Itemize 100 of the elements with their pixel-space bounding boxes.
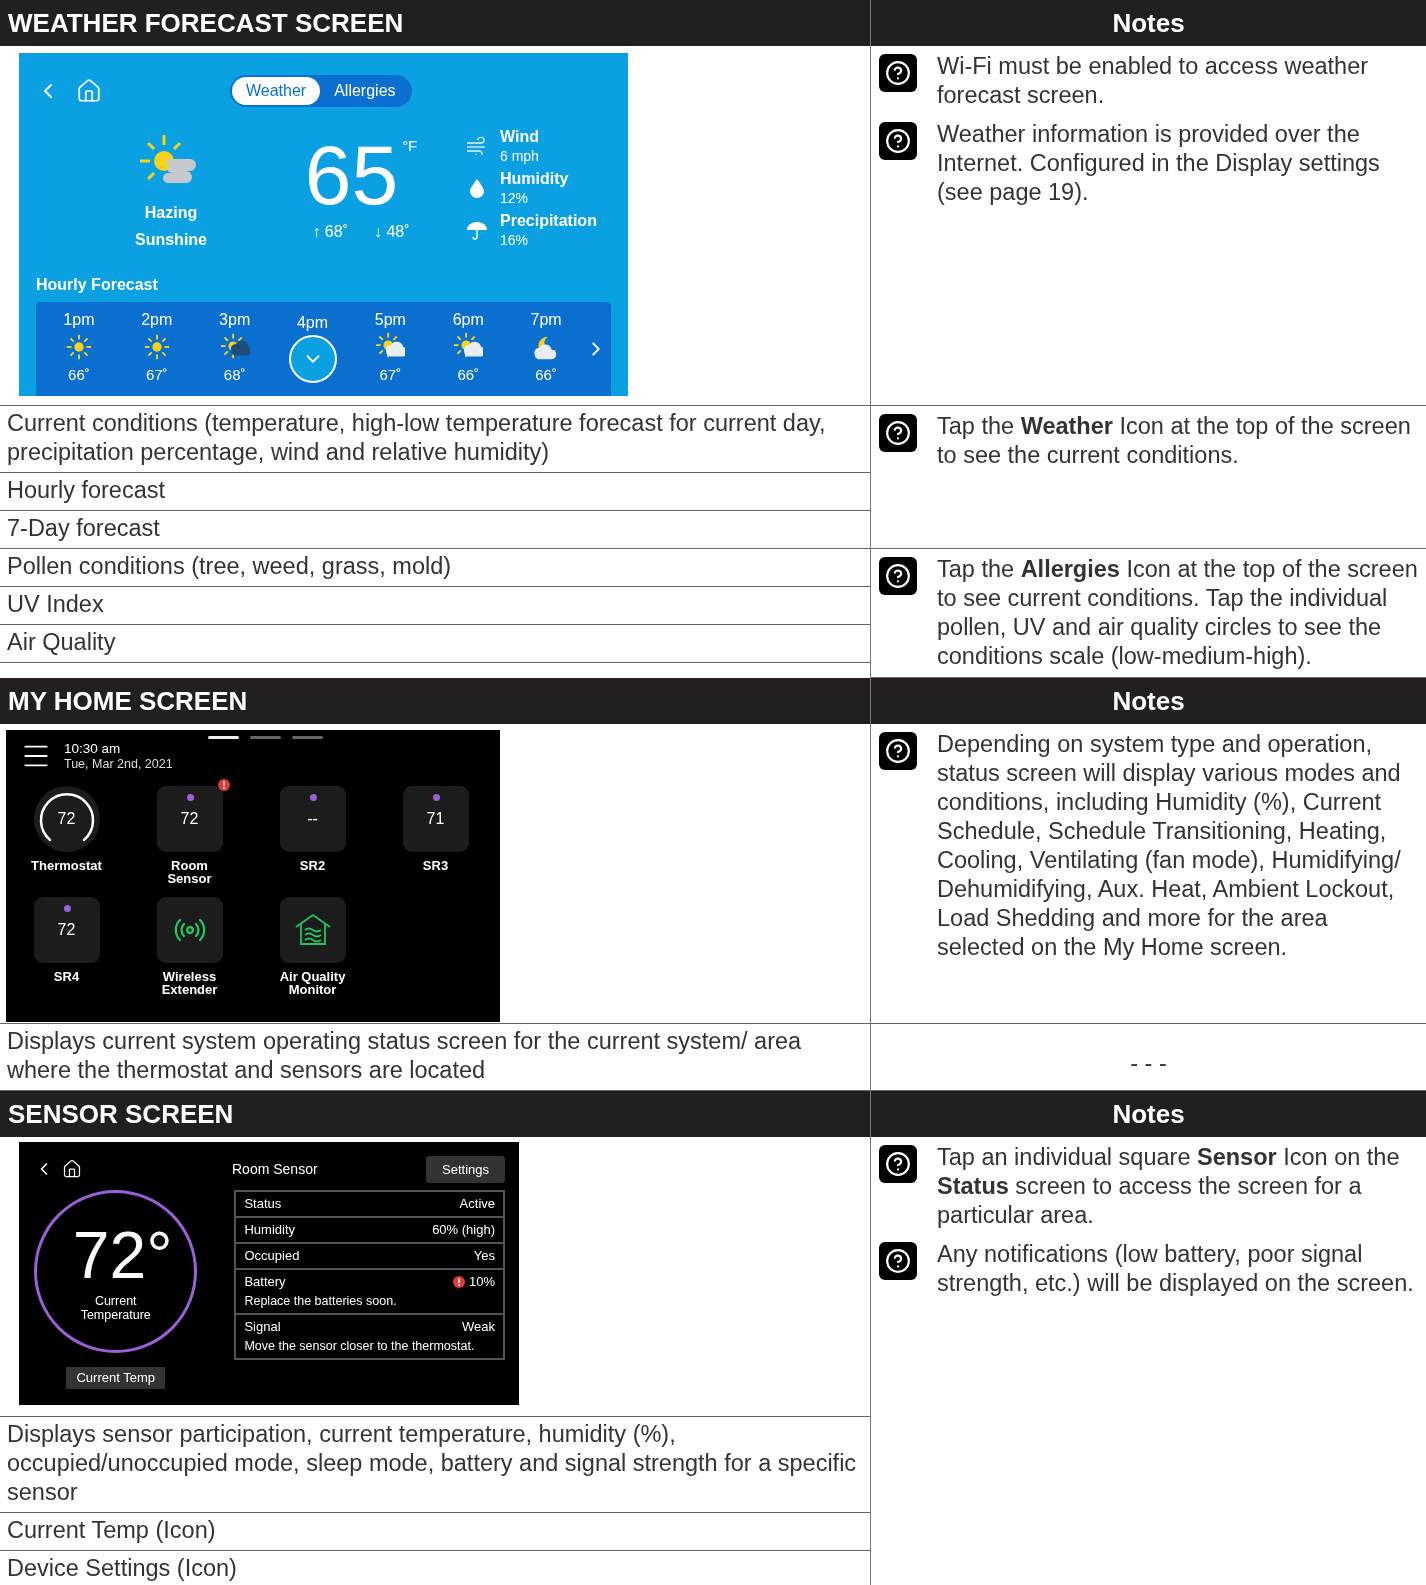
section-title: WEATHER FORECAST SCREEN: [0, 0, 871, 46]
feature-text: Current Temp (Icon): [0, 1513, 870, 1551]
note-text: Tap the Allergies Icon at the top of the screen to see current conditions. Tap the individual pollen, UV and air quality circles to see the conditions scale (low-medium-high).: [937, 555, 1418, 671]
tile-value: --: [307, 810, 318, 828]
row-label: Signal: [244, 1319, 281, 1334]
row-label: Humidity: [244, 1222, 295, 1237]
wind-icon: [466, 137, 488, 155]
time: 10:30 am: [64, 741, 122, 757]
tile[interactable]: 72: [33, 897, 100, 963]
help-icon: [879, 54, 917, 92]
tile[interactable]: 72: [156, 786, 223, 852]
hour-temperature: 67˚: [145, 365, 168, 383]
row-label: Battery: [244, 1274, 286, 1289]
tile[interactable]: [279, 897, 346, 963]
tile-label: SR4: [52, 970, 81, 983]
tab[interactable]: Weather: [232, 77, 321, 105]
tile-value: 71: [426, 810, 445, 828]
feature-text: UV Index: [0, 587, 870, 625]
row-message: Move the sensor closer to the thermostat.: [244, 1339, 476, 1353]
tile-label: SR3: [421, 859, 450, 872]
unit: °F: [402, 137, 418, 154]
page-indicator[interactable]: [208, 736, 239, 739]
help-icon: [879, 1145, 917, 1183]
tile[interactable]: 72: [33, 786, 100, 852]
row-value: Active: [459, 1196, 495, 1211]
feature-text: Current conditions (temperature, high-low temperature forecast for current day, precipitation percentage, wind and relative humidity): [0, 406, 870, 473]
stat-value: 16%: [500, 231, 530, 249]
current-temp-tab[interactable]: Current Temp: [66, 1367, 165, 1389]
tile[interactable]: [156, 897, 223, 963]
stat-label: Precipitation: [500, 211, 597, 231]
tile-value: 72: [57, 810, 76, 828]
tile[interactable]: --: [279, 786, 346, 852]
row-value: 10%: [468, 1274, 495, 1289]
hour-time: 4pm: [296, 312, 329, 333]
hourly-title: Hourly Forecast: [36, 275, 159, 294]
note-text: Wi-Fi must be enabled to access weather forecast screen.: [937, 52, 1370, 110]
note-text: Depending on system type and operation, status screen will display various modes and conditions, including Humidity (%), Current Schedule, Schedule Transitioning, Heating, Cooling, Ventilating (fan mode), Humidifying/ Dehumidifying, Aux. Heat, Ambient Lockout, Load Shedding and more for the area selected on the My Home screen.: [937, 730, 1402, 962]
notes-title: Notes: [871, 0, 1426, 46]
hour-time: 1pm: [63, 309, 95, 330]
tile-value: 72: [180, 810, 199, 828]
feature-text: Displays sensor participation, current temperature, humidity (%), occupied/unoccupied mode, sleep mode, battery and signal strength for a specific sensor: [0, 1417, 870, 1513]
stat-value: 12%: [500, 189, 530, 207]
tab[interactable]: Allergies: [320, 77, 410, 105]
screen-title: Room Sensor: [232, 1161, 318, 1177]
stat-label: Humidity: [500, 169, 569, 189]
row-value: Weak: [462, 1319, 495, 1334]
tile-value: 72: [57, 921, 76, 939]
house-waves-icon: [293, 913, 332, 947]
hour-temperature: 66˚: [457, 365, 480, 383]
feature-text: Device Settings (Icon): [0, 1551, 870, 1585]
high-temperature: ↑ 68˚: [312, 223, 348, 241]
note-text: Any notifications (low battery, poor signal strength, etc.) will be displayed on the screen.: [937, 1240, 1415, 1298]
condition-text: Hazing Sunshine: [134, 203, 208, 250]
section-title: MY HOME SCREEN: [0, 678, 871, 724]
help-icon: [879, 414, 917, 452]
hour-temperature: 67˚: [379, 365, 402, 383]
alert-icon: [452, 1275, 465, 1288]
help-icon: [879, 122, 917, 160]
alert-icon: [218, 779, 230, 791]
notes-title: Notes: [871, 1091, 1426, 1137]
notes-title: Notes: [871, 678, 1426, 724]
stat-label: Wind: [500, 127, 539, 147]
hour-time: 5pm: [374, 309, 406, 330]
note-text: Weather information is provided over the Internet. Configured in the Display settings (see page 19).: [937, 120, 1381, 207]
row-label: Occupied: [244, 1248, 300, 1263]
hour-time: 6pm: [452, 309, 484, 330]
umbrella-icon: [466, 219, 488, 241]
note-text: - - -: [1129, 1049, 1168, 1077]
row-value: Yes: [473, 1248, 495, 1263]
tile-label: Wireless Extender: [160, 970, 219, 996]
tile-label: Room Sensor: [166, 859, 213, 885]
home-icon[interactable]: [62, 1159, 82, 1179]
hour-time: 2pm: [141, 309, 173, 330]
date: Tue, Mar 2nd, 2021: [64, 757, 174, 772]
hour-time: 7pm: [530, 309, 562, 330]
status-dot: [186, 794, 194, 801]
feature-text: Pollen conditions (tree, weed, grass, mold): [0, 549, 870, 587]
tile-label: Air Quality Monitor: [278, 970, 347, 996]
status-dot: [432, 794, 440, 801]
temperature: 65: [304, 133, 399, 217]
hour-temperature: 68˚: [223, 365, 246, 383]
note-text: Tap an individual square Sensor Icon on the Status screen to access the screen for a particular area.: [937, 1143, 1401, 1230]
tile-label: SR2: [298, 859, 327, 872]
hour-temperature: 66˚: [535, 365, 557, 383]
row-message: Replace the batteries soon.: [244, 1294, 398, 1308]
section-title: SENSOR SCREEN: [0, 1091, 871, 1137]
hour-time: 3pm: [219, 309, 251, 330]
feature-text: Air Quality: [0, 625, 870, 663]
help-icon: [879, 1242, 917, 1280]
stat-value: 6 mph: [500, 147, 539, 165]
status-dot: [63, 905, 71, 912]
settings-button[interactable]: Settings: [426, 1155, 505, 1183]
tile-label: Thermostat: [30, 859, 103, 872]
temperature-caption: Current Temperature: [79, 1293, 152, 1322]
tile[interactable]: 71: [402, 786, 469, 852]
feature-text: Hourly forecast: [0, 473, 870, 511]
help-icon: [879, 732, 917, 770]
feature-text: 7-Day forecast: [0, 511, 870, 549]
note-text: Tap the Weather Icon at the top of the screen to see the current conditions.: [937, 412, 1412, 470]
status-dot: [309, 794, 317, 801]
